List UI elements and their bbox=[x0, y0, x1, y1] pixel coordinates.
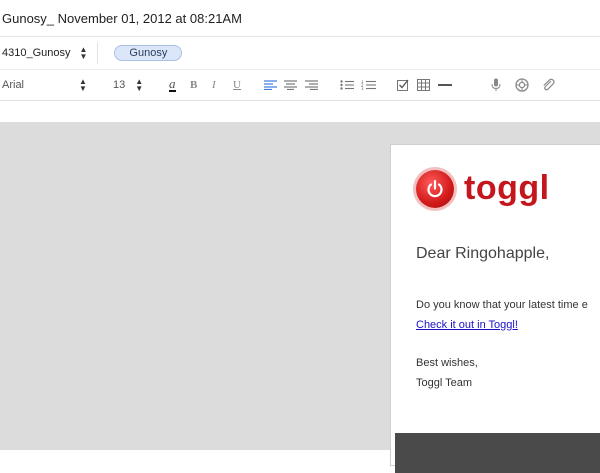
numbered-list-button[interactable]: 123 bbox=[361, 70, 376, 100]
check-it-out-link[interactable]: Check it out in Toggl! bbox=[416, 319, 518, 331]
horizontal-rule-icon bbox=[438, 84, 452, 86]
align-center-icon bbox=[284, 80, 297, 90]
brand-wordmark: toggl bbox=[464, 169, 550, 207]
table-icon bbox=[417, 79, 430, 91]
checkbox-button[interactable] bbox=[397, 70, 409, 100]
notebook-name: 4310_Gunosy bbox=[2, 47, 71, 59]
text-color-button[interactable]: a bbox=[169, 70, 176, 100]
font-name: Arial bbox=[2, 79, 25, 91]
align-center-button[interactable] bbox=[284, 70, 297, 100]
font-stepper-icon: ▲ ▼ bbox=[79, 77, 87, 93]
bold-button[interactable]: B bbox=[190, 70, 197, 100]
font-size-select[interactable]: 13 ▲ ▼ bbox=[113, 70, 143, 100]
microphone-icon bbox=[491, 78, 501, 91]
attach-button[interactable] bbox=[541, 70, 555, 100]
note-meta-bar: 4310_Gunosy ▲ ▼ Gunosy bbox=[0, 37, 600, 70]
toolbar-spacer bbox=[0, 101, 600, 122]
toggl-logo: toggl bbox=[416, 169, 550, 208]
camera-button[interactable] bbox=[515, 70, 529, 100]
formatting-toolbar: Arial ▲ ▼ 13 ▲ ▼ a B I U 1 2 3 bbox=[0, 70, 600, 101]
camera-icon bbox=[515, 78, 529, 92]
align-right-button[interactable] bbox=[305, 70, 318, 100]
underline-button[interactable]: U bbox=[233, 70, 241, 100]
align-right-icon bbox=[305, 80, 318, 90]
bold-icon: B bbox=[190, 79, 198, 91]
email-greeting: Dear Ringohapple, bbox=[416, 245, 550, 262]
email-footer-bar bbox=[395, 433, 600, 473]
note-title[interactable]: Gunosy_ November 01, 2012 at 08:21AM bbox=[2, 11, 242, 26]
email-signature: Toggl Team bbox=[416, 377, 473, 389]
power-icon bbox=[416, 169, 454, 208]
notebook-select[interactable]: 4310_Gunosy ▲ ▼ bbox=[0, 42, 99, 64]
stepper-icon: ▲ ▼ bbox=[79, 45, 88, 61]
align-left-icon bbox=[264, 80, 277, 90]
record-audio-button[interactable] bbox=[491, 70, 501, 100]
size-stepper-icon: ▲ ▼ bbox=[135, 77, 144, 93]
align-left-button[interactable] bbox=[264, 70, 277, 100]
email-body-text: Do you know that your latest time e bbox=[416, 299, 588, 311]
bullet-list-button[interactable] bbox=[340, 70, 354, 100]
font-select[interactable]: Arial ▲ ▼ bbox=[2, 70, 87, 100]
svg-text:3: 3 bbox=[361, 86, 364, 90]
tag-pill[interactable]: Gunosy bbox=[114, 45, 183, 61]
text-color-icon: a bbox=[169, 76, 176, 92]
checkbox-icon bbox=[397, 79, 409, 91]
underline-icon: U bbox=[233, 79, 241, 91]
table-button[interactable] bbox=[417, 70, 430, 100]
email-content: toggl Dear Ringohapple, Do you know that… bbox=[390, 144, 600, 473]
italic-icon: I bbox=[212, 79, 216, 91]
horizontal-rule-button[interactable] bbox=[438, 70, 452, 100]
italic-button[interactable]: I bbox=[212, 70, 216, 100]
attachment-icon bbox=[543, 78, 555, 91]
title-bar: Gunosy_ November 01, 2012 at 08:21AM bbox=[0, 0, 600, 37]
email-signoff: Best wishes, bbox=[416, 357, 478, 369]
bullet-list-icon bbox=[340, 80, 354, 90]
font-size: 13 bbox=[113, 79, 126, 91]
numbered-list-icon: 123 bbox=[361, 80, 376, 90]
